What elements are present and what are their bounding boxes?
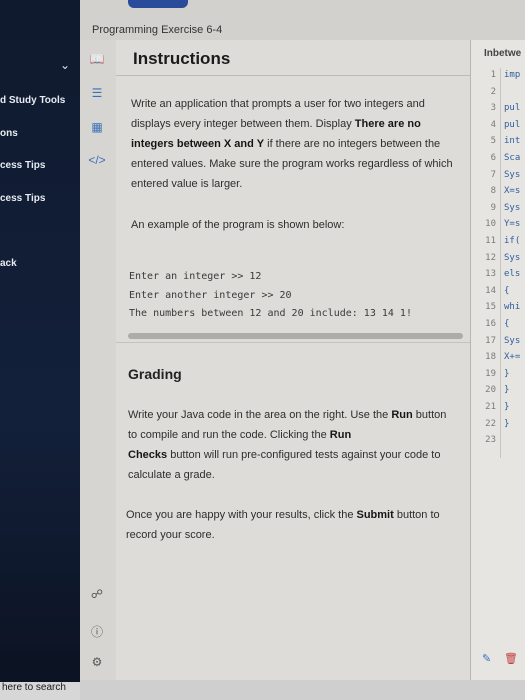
example-intro: An example of the program is shown below…: [131, 219, 345, 231]
line-number: 16: [485, 319, 496, 329]
submit-paragraph: Once you are happy with your results, cl…: [126, 509, 440, 541]
code-line-2: Enter another integer >> 20: [129, 290, 292, 301]
grading-paragraph: Write your Java code in the area on the …: [128, 409, 447, 481]
line-number: 11: [485, 236, 496, 246]
line-number: 21: [485, 402, 496, 412]
edit-icon[interactable]: ✎: [482, 652, 491, 665]
instructions-title: Instructions: [133, 49, 231, 68]
code-line[interactable]: imp: [504, 70, 525, 80]
code-line[interactable]: whi: [504, 302, 525, 312]
code-line[interactable]: }: [504, 402, 525, 412]
grading-title: Grading: [128, 366, 182, 382]
sidebar-item-success-tips-2[interactable]: cess Tips: [0, 193, 78, 204]
code-line-3: The numbers between 12 and 20 include: 1…: [129, 308, 412, 319]
line-number: 23: [485, 435, 496, 446]
delete-icon[interactable]: 🗑: [504, 652, 518, 665]
code-line[interactable]: Sys: [504, 336, 525, 346]
code-line[interactable]: pul: [504, 120, 525, 130]
code-line[interactable]: els: [504, 269, 525, 279]
list-icon[interactable]: ☰: [86, 86, 108, 100]
code-line[interactable]: Sca: [504, 153, 525, 163]
line-number: 22: [485, 418, 496, 429]
code-line-1: Enter an integer >> 12: [129, 271, 262, 282]
line-number: 9: [490, 202, 496, 213]
code-icon[interactable]: </>: [86, 153, 108, 167]
app-logo: [128, 0, 188, 8]
line-number: 20: [485, 385, 496, 396]
line-number: 12: [485, 252, 496, 263]
settings-icon[interactable]: ⚙: [86, 655, 108, 669]
line-number: 3: [490, 103, 496, 114]
line-number: 7: [490, 169, 496, 180]
code-line[interactable]: Sys: [504, 170, 525, 180]
taskbar-search[interactable]: here to search: [0, 682, 82, 700]
sidebar-item-study-tools[interactable]: d Study Tools: [0, 95, 78, 106]
book-icon[interactable]: 📖: [86, 52, 108, 66]
code-line[interactable]: if(: [504, 236, 525, 246]
sidebar-item-questions[interactable]: ons: [0, 128, 78, 139]
line-number: 5: [490, 136, 496, 147]
icon-rail: [80, 40, 117, 680]
line-number: 8: [490, 186, 496, 197]
horizontal-scrollbar[interactable]: [128, 333, 463, 339]
chart-icon[interactable]: ▦: [86, 120, 108, 134]
line-number: 6: [490, 153, 496, 163]
code-line[interactable]: Sys: [504, 203, 525, 213]
sidebar-item-success-tips-1[interactable]: cess Tips: [0, 160, 78, 171]
code-line[interactable]: }: [504, 369, 525, 379]
divider: [116, 75, 470, 76]
help-icon[interactable]: ⓘ: [86, 623, 108, 640]
code-line[interactable]: {: [504, 286, 525, 296]
line-number: 18: [485, 352, 496, 363]
taskbar: [80, 680, 525, 700]
share-icon[interactable]: ☍: [86, 587, 108, 601]
code-line[interactable]: Sys: [504, 253, 525, 263]
section-divider: [116, 342, 470, 343]
code-line[interactable]: {: [504, 319, 525, 329]
sidebar-item-feedback[interactable]: ack: [0, 258, 78, 269]
line-number: 1: [490, 70, 496, 80]
line-number: 17: [485, 335, 496, 346]
code-line[interactable]: Y=s: [504, 219, 525, 229]
code-line[interactable]: }: [504, 419, 525, 429]
code-line[interactable]: int: [504, 136, 525, 146]
line-number: 4: [490, 119, 496, 130]
code-line[interactable]: X+=: [504, 352, 525, 362]
line-number: 15: [485, 302, 496, 313]
line-number: 10: [485, 219, 496, 230]
gutter-separator: [500, 68, 501, 458]
exercise-title: Programming Exercise 6-4: [92, 24, 223, 36]
line-number: 13: [485, 269, 496, 280]
code-line[interactable]: }: [504, 385, 525, 395]
code-line[interactable]: X=s: [504, 186, 525, 196]
chevron-down-icon[interactable]: ⌄: [60, 58, 70, 72]
editor-file-tab[interactable]: Inbetwe: [484, 48, 521, 59]
line-number: 14: [485, 285, 496, 296]
line-number: 19: [485, 368, 496, 379]
code-line[interactable]: pul: [504, 103, 525, 113]
instructions-paragraph: Write an application that prompts a user…: [131, 98, 453, 190]
line-number: 2: [490, 86, 496, 97]
